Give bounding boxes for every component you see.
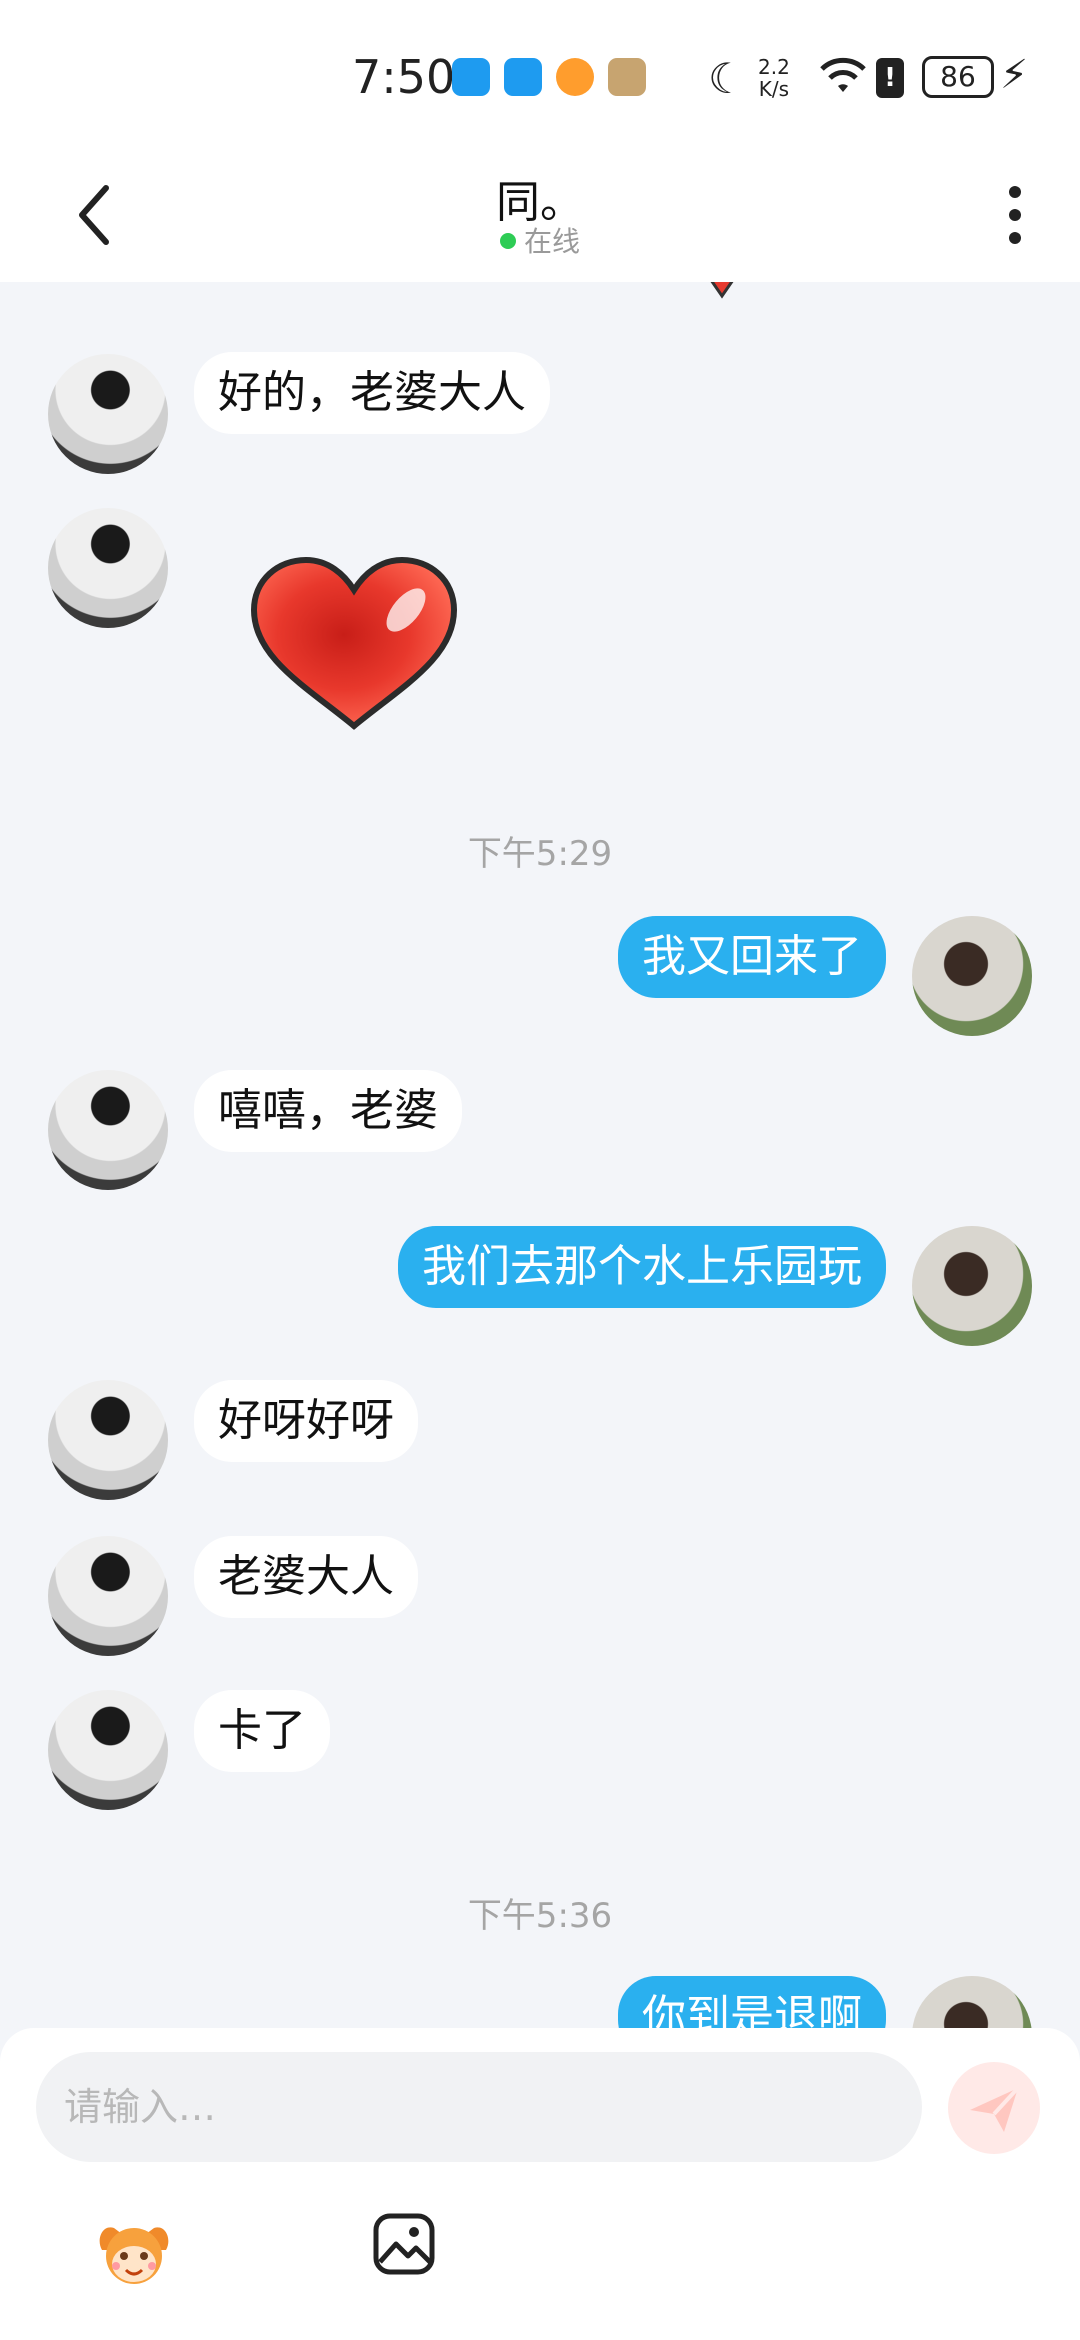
my-avatar[interactable] [912, 1226, 1032, 1346]
outgoing-message[interactable]: 我又回来了 [618, 916, 886, 998]
incoming-message[interactable]: 老婆大人 [194, 1536, 418, 1618]
outgoing-message[interactable]: 我们去那个水上乐园玩 [398, 1226, 886, 1308]
cloud-app-icon [452, 58, 490, 96]
alert-icon: ! [876, 58, 904, 98]
my-avatar[interactable] [912, 916, 1032, 1036]
more-vertical-icon[interactable] [1000, 180, 1030, 250]
battery-level: 86 [922, 56, 994, 98]
wifi-icon [820, 57, 866, 92]
network-speed: 2.2 K/s [758, 55, 790, 101]
contact-avatar[interactable] [48, 1536, 168, 1656]
message-input[interactable] [36, 2052, 922, 2162]
heart-sticker[interactable] [248, 554, 460, 734]
my-avatar[interactable] [912, 1976, 1032, 2028]
app-notification-icon [608, 58, 646, 96]
contact-avatar[interactable] [48, 1380, 168, 1500]
presence-status: 在线 [0, 220, 1080, 260]
top-area: 7:50 ☾ 2.2 K/s ! 86 ⚡ 同。 在线 [0, 0, 1080, 282]
online-dot-icon [499, 233, 516, 249]
incoming-message[interactable]: 嘻嘻，老婆 [194, 1070, 462, 1152]
message-list[interactable]: 好的，老婆大人 下午5:29 我又回来了 嘻嘻，老婆 我们去那个水上乐园玩 好呀… [0, 282, 1080, 2028]
do-not-disturb-icon: ☾ [708, 54, 746, 103]
outgoing-message[interactable]: 你到是退啊 [618, 1976, 886, 2028]
contact-avatar[interactable] [48, 1690, 168, 1810]
composer-bar [0, 2028, 1080, 2340]
send-icon [970, 2086, 1020, 2132]
incoming-message[interactable]: 卡了 [194, 1690, 330, 1772]
image-gallery-icon[interactable] [372, 2212, 436, 2276]
contact-avatar[interactable] [48, 354, 168, 474]
timestamp: 下午5:36 [467, 1896, 613, 1936]
contact-avatar[interactable] [48, 1070, 168, 1190]
incoming-message[interactable]: 好呀好呀 [194, 1380, 418, 1462]
send-button[interactable] [948, 2062, 1040, 2154]
status-bar: 7:50 ☾ 2.2 K/s ! 86 ⚡ [0, 0, 1080, 150]
status-time: 7:50 [352, 50, 456, 104]
emoji-sticker-icon[interactable] [92, 2210, 176, 2294]
heart-sticker-partial [710, 282, 734, 299]
charging-icon: ⚡ [1000, 52, 1029, 98]
app-notification-icon [556, 58, 594, 96]
timestamp: 下午5:29 [467, 834, 613, 874]
incoming-message[interactable]: 好的，老婆大人 [194, 352, 550, 434]
chat-header: 同。 在线 [0, 150, 1080, 282]
contact-avatar[interactable] [48, 508, 168, 628]
cloud-app-icon [504, 58, 542, 96]
